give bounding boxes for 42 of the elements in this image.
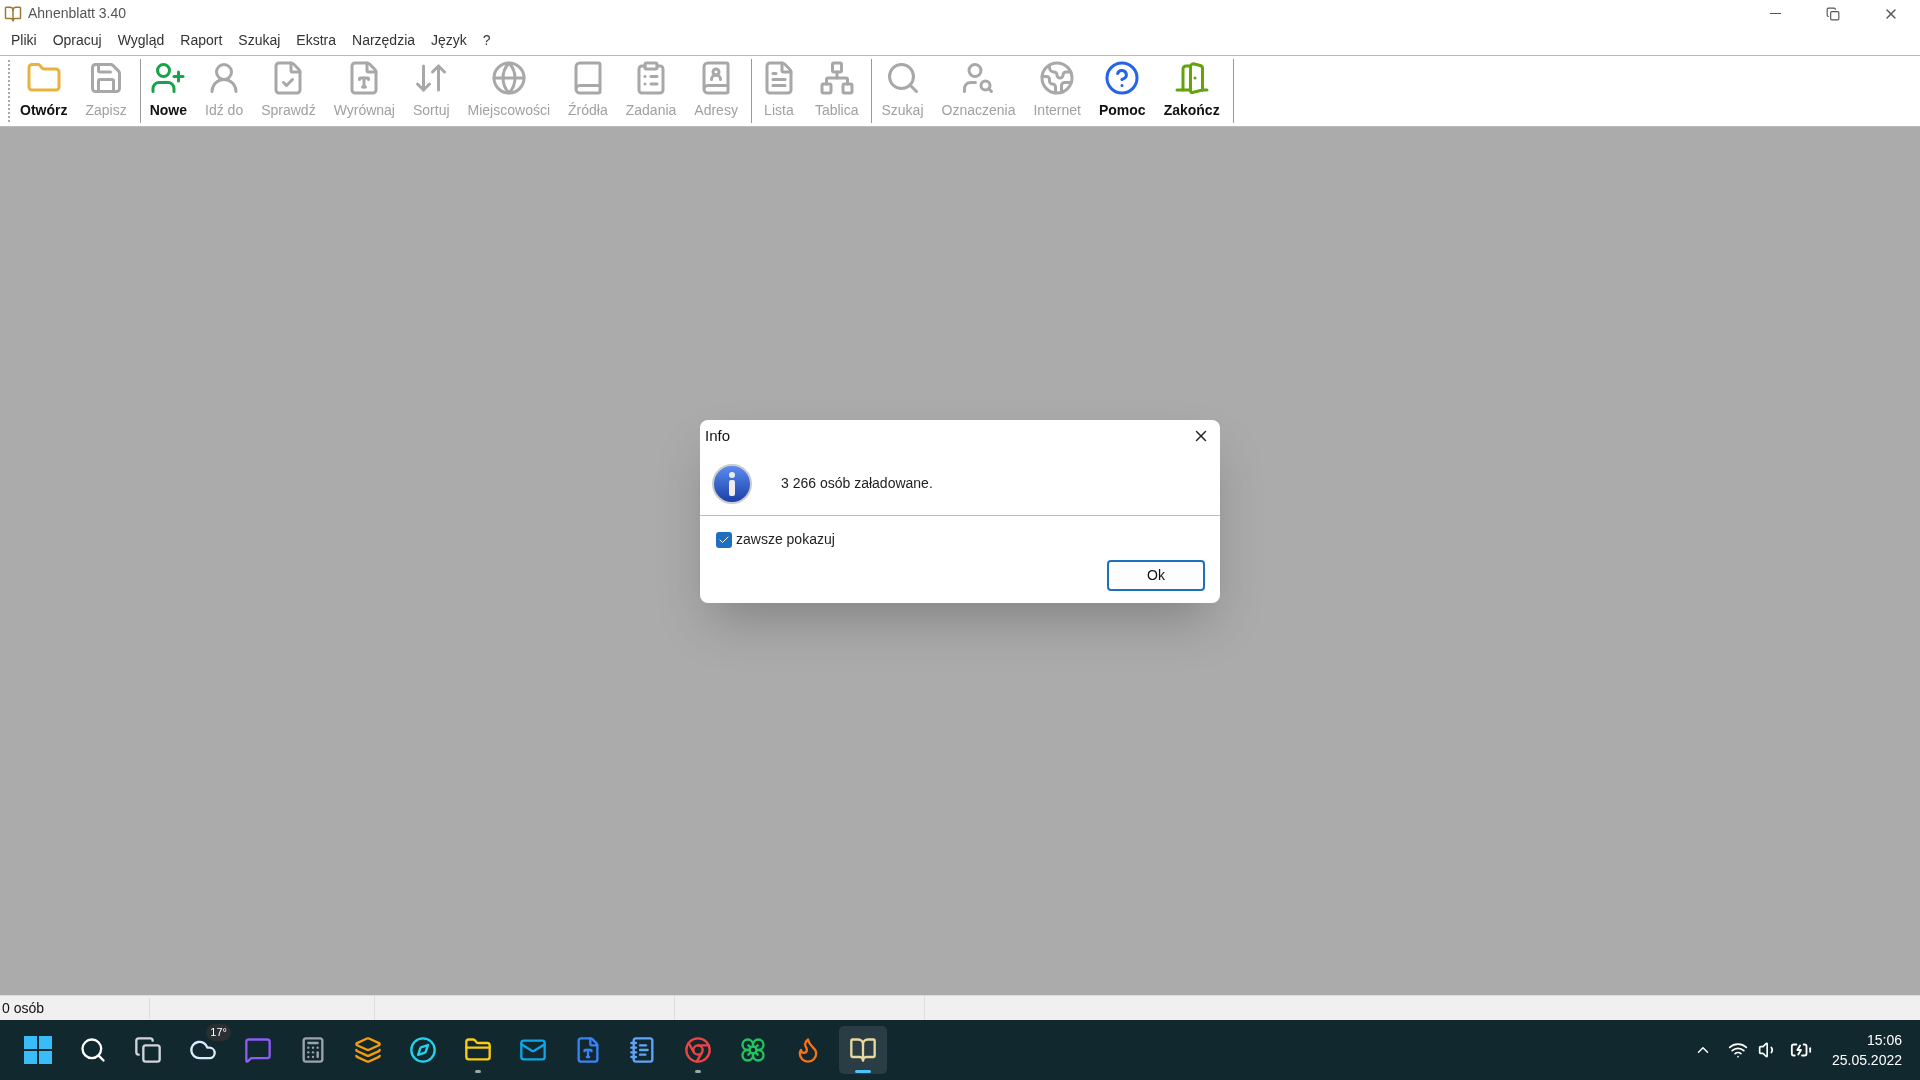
toolbar-button[interactable]: Nowe	[140, 59, 197, 123]
menu-item[interactable]: Raport	[172, 30, 231, 51]
toolbar-button[interactable]: Zakończ	[1154, 59, 1229, 123]
tree-chart-icon	[818, 60, 855, 96]
taskbar-app[interactable]	[839, 1026, 887, 1074]
menu-item[interactable]: Pliki	[3, 30, 45, 51]
dialog-title: Info	[705, 425, 731, 446]
app-logo-icon	[4, 4, 22, 23]
menu-item[interactable]: Opracuj	[44, 30, 110, 51]
checkbox-label: zawsze pokazuj	[736, 530, 835, 549]
toolbar-button[interactable]: Pomoc	[1089, 59, 1155, 123]
dialog-message: 3 266 osób załadowane.	[781, 474, 933, 493]
windows-start-icon	[24, 1036, 52, 1064]
checkbox[interactable]	[716, 531, 732, 548]
flower-icon	[739, 1036, 767, 1064]
menu-item[interactable]: Język	[423, 30, 475, 51]
wifi-icon[interactable]	[1727, 1040, 1748, 1060]
clock-time[interactable]: 15:06	[1866, 1030, 1902, 1050]
chat-icon	[244, 1036, 272, 1064]
info-icon	[712, 463, 752, 504]
temperature-badge: 17°	[206, 1024, 231, 1041]
person-plus-icon	[150, 60, 187, 96]
globe-icon	[490, 60, 527, 96]
notepad-icon	[629, 1036, 657, 1064]
exit-icon	[1173, 60, 1210, 96]
menu-item[interactable]: Ekstra	[288, 30, 344, 51]
app-logo-icon	[849, 1036, 877, 1064]
menu-item[interactable]: ?	[474, 30, 499, 51]
clock-date[interactable]: 25.05.2022	[1831, 1050, 1902, 1070]
folder-icon	[464, 1036, 492, 1064]
task-view-icon	[134, 1036, 162, 1064]
menu-item[interactable]: Wygląd	[109, 30, 173, 51]
help-icon	[1104, 60, 1141, 96]
status-text: 0 osób	[0, 997, 150, 1019]
menu-item[interactable]: Szukaj	[230, 30, 289, 51]
search-icon	[79, 1036, 107, 1064]
toolbar-button[interactable]: Otwórz	[11, 59, 77, 123]
ok-button[interactable]: Ok	[1107, 560, 1205, 591]
restore-icon	[1826, 6, 1840, 21]
window-title: Ahnenblatt 3.40	[28, 4, 127, 23]
minimize-icon	[1769, 13, 1781, 14]
menu-item[interactable]: Narzędzia	[344, 30, 424, 51]
